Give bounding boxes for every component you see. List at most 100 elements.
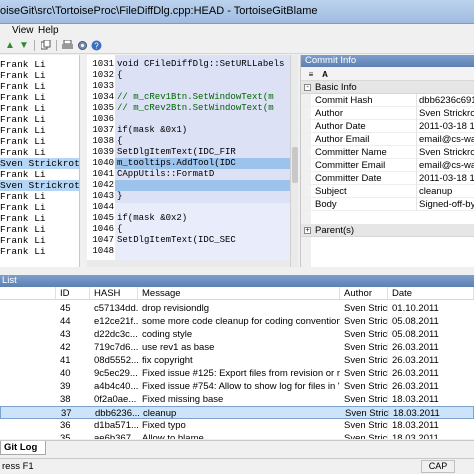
code-line[interactable] <box>117 202 296 213</box>
blame-author-line[interactable]: Sven Strickroth <box>0 158 79 169</box>
property-value[interactable]: 2011-03-18 17: <box>416 120 474 133</box>
menu-view[interactable]: View <box>12 25 34 36</box>
column-id[interactable]: ID <box>56 287 90 300</box>
blame-author-line[interactable]: Frank Li <box>0 59 79 70</box>
property-value[interactable]: Sven Strickroth <box>416 107 474 120</box>
property-row[interactable]: Committer Date 2011-03-18 17: <box>301 172 474 185</box>
property-row[interactable]: Committer Email email@cs-ware <box>301 159 474 172</box>
code-line[interactable] <box>117 81 296 92</box>
line-number: 1042 <box>92 180 114 190</box>
blame-author-line[interactable]: Frank Li <box>0 92 79 103</box>
blame-author-line[interactable]: Frank Li <box>0 81 79 92</box>
blame-author-line[interactable]: Frank Li <box>0 169 79 180</box>
code-line[interactable]: if(mask &0x1) <box>117 125 296 136</box>
code-line[interactable]: { <box>117 136 296 147</box>
blame-author-line[interactable]: Frank Li <box>0 235 79 246</box>
status-text: ress F1 <box>2 461 34 472</box>
code-line[interactable]: void CFileDiffDlg::SetURLLabels <box>117 59 296 70</box>
log-row[interactable]: 41 08d5552... fix copyright Sven Strick... 2… <box>0 354 474 367</box>
line-number: 1043 <box>92 191 114 201</box>
log-row[interactable]: 45 c57134dd... drop revisiondlg Sven Strick… <box>0 302 474 315</box>
blame-author-line[interactable]: Sven Strickroth <box>0 180 79 191</box>
code-vertical-scrollbar[interactable] <box>290 55 298 267</box>
code-line[interactable]: { <box>117 70 296 81</box>
cell-message: Fixed issue #125: Export files from revi… <box>142 368 340 379</box>
code-line[interactable]: { <box>117 224 296 235</box>
column-message[interactable]: Message <box>138 287 340 300</box>
log-row[interactable]: 44 e12ce21f... some more code cleanup for … <box>0 315 474 328</box>
menu-help[interactable]: Help <box>38 25 59 36</box>
copy-icon[interactable] <box>40 39 52 51</box>
code-comment-line[interactable]: // m_cRev2Btn.SetWindowText(m <box>117 103 296 114</box>
help-icon[interactable]: ? <box>90 39 102 51</box>
blame-author-line[interactable]: Frank Li <box>0 147 79 158</box>
tab-git-log[interactable]: Git Log <box>0 441 46 455</box>
code-line[interactable]: SetDlgItemText(IDC_FIR <box>117 147 296 158</box>
group-parents[interactable]: + Parent(s) <box>301 224 474 237</box>
scrollbar-thumb[interactable] <box>292 147 298 183</box>
print-icon[interactable] <box>61 39 73 51</box>
property-row[interactable]: Author Date 2011-03-18 17: <box>301 120 474 133</box>
expand-icon[interactable]: + <box>304 227 311 234</box>
code-horizontal-scrollbar[interactable] <box>87 260 290 267</box>
property-row[interactable]: Body Signed-off-by: <box>301 198 474 211</box>
log-row[interactable]: 36 d1ba571... Fixed typo Sven Strick... 18.0… <box>0 419 474 432</box>
property-name: Author Email <box>315 134 370 145</box>
column-hash[interactable]: HASH <box>90 287 138 300</box>
property-row[interactable]: Author Sven Strickroth <box>301 107 474 120</box>
property-value[interactable]: 2011-03-18 17: <box>416 172 474 185</box>
log-row[interactable]: 39 a4b4c40... Fixed issue #754: Allow to s… <box>0 380 474 393</box>
code-comment-line[interactable]: // m_cRev1Btn.SetWindowText(m <box>117 92 296 103</box>
collapse-icon[interactable]: - <box>304 84 311 91</box>
log-row[interactable]: 42 719c7d6... use rev1 as base Sven Strick.… <box>0 341 474 354</box>
property-value[interactable]: Signed-off-by: <box>416 198 474 211</box>
code-line[interactable]: } <box>117 191 296 202</box>
code-line[interactable] <box>117 114 296 125</box>
blame-author-line[interactable]: Frank Li <box>0 191 79 202</box>
property-value[interactable]: dbb6236c691e0 <box>416 94 474 107</box>
log-row[interactable]: 43 d22dc3c... coding style Sven Strick... 05… <box>0 328 474 341</box>
blame-author-line[interactable]: Frank Li <box>0 70 79 81</box>
settings-icon[interactable] <box>76 39 88 51</box>
property-row[interactable]: Committer Name Sven Strickroth <box>301 146 474 159</box>
blame-author-line[interactable]: Frank Li <box>0 114 79 125</box>
blame-author-line[interactable]: Frank Li <box>0 224 79 235</box>
arrow-up-icon[interactable]: ▲ <box>4 39 16 51</box>
code-view[interactable]: 1031 1032 1033 1034 1035 1036 1037 1038 1039 1040… <box>87 55 296 267</box>
property-row[interactable]: Commit Hash dbb6236c691e0 <box>301 94 474 107</box>
categorized-icon[interactable]: ≡ <box>305 68 317 80</box>
column-date[interactable]: Date <box>388 287 474 300</box>
log-row[interactable]: 35 ae6b367... Allow to blame Sven Strick...… <box>0 432 474 439</box>
property-value[interactable]: email@cs-ware <box>416 159 474 172</box>
cell-message: Allow to blame <box>142 433 204 439</box>
code-line[interactable]: CAppUtils::FormatD <box>117 169 296 180</box>
property-name: Committer Email <box>315 160 386 171</box>
code-line[interactable]: SetDlgItemText(IDC_SEC <box>117 235 296 246</box>
code-line[interactable] <box>117 246 296 257</box>
log-table[interactable]: ID HASH Message Author Date 45 c57134dd..… <box>0 287 474 439</box>
status-bar: ress F1 CAP <box>0 458 474 474</box>
property-row[interactable]: Subject cleanup <box>301 185 474 198</box>
svg-text:?: ? <box>94 41 99 50</box>
log-row[interactable]: 37dbb6236...cleanupSven Strick...18.03.2… <box>0 406 474 419</box>
arrow-down-icon[interactable]: ▼ <box>18 39 30 51</box>
code-line[interactable]: m_tooltips.AddTool(IDC <box>117 158 296 169</box>
blame-author-line[interactable]: Frank Li <box>0 125 79 136</box>
property-value[interactable]: Sven Strickroth <box>416 146 474 159</box>
blame-author-line[interactable]: Frank Li <box>0 246 79 257</box>
group-basic-info[interactable]: - Basic Info <box>301 81 474 94</box>
property-value[interactable]: email@cs-ware <box>416 133 474 146</box>
status-caps: CAP <box>421 460 455 473</box>
property-row[interactable]: Author Email email@cs-ware <box>301 133 474 146</box>
blame-author-line[interactable]: Frank Li <box>0 136 79 147</box>
code-line[interactable] <box>117 180 296 191</box>
log-row[interactable]: 38 0f2a0ae... Fixed missing base Sven Stric… <box>0 393 474 406</box>
blame-author-line[interactable]: Frank Li <box>0 103 79 114</box>
alphabetical-icon[interactable]: A <box>319 68 331 80</box>
blame-author-line[interactable]: Frank Li <box>0 213 79 224</box>
blame-author-line[interactable]: Frank Li <box>0 202 79 213</box>
code-line[interactable]: if(mask &0x2) <box>117 213 296 224</box>
property-value[interactable]: cleanup <box>416 185 474 198</box>
log-row[interactable]: 40 9c5ec29... Fixed issue #125: Export fil… <box>0 367 474 380</box>
column-author[interactable]: Author <box>340 287 388 300</box>
